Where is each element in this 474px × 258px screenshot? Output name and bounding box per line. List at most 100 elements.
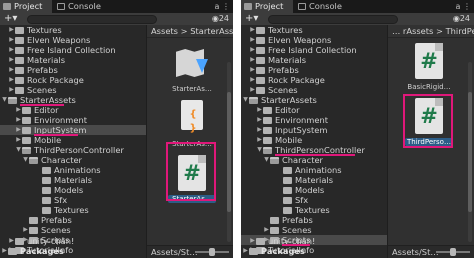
tree-item[interactable]: ▼ Character (0, 155, 146, 165)
tree-item-label: Editor (275, 105, 300, 115)
tree-item[interactable]: ▶ unity-chan! (0, 236, 146, 246)
tree-item-label: Free Island Collection (27, 45, 116, 55)
folder-icon (15, 27, 24, 34)
tree-item[interactable]: ▶ Mobile (0, 135, 146, 145)
tree-item[interactable]: ▶ Prefabs (0, 65, 146, 75)
tab-project[interactable]: Project (0, 0, 52, 13)
tree-item[interactable]: Animations (241, 165, 387, 175)
folder-open-icon (8, 97, 17, 104)
tree-item[interactable]: ▼ ThirdPersonController (0, 145, 146, 155)
input-actions-icon (172, 43, 212, 83)
tab-console[interactable]: Console (54, 0, 110, 13)
tree-item-label: Scenes (268, 85, 298, 95)
create-plus-button[interactable]: +▾ (245, 13, 258, 25)
folder-icon (29, 227, 38, 234)
folder-icon (283, 207, 292, 214)
breadcrumb[interactable]: Assets > StarterAssets (147, 25, 233, 38)
tree-item[interactable]: ▶ Environment (0, 115, 146, 125)
tree-item[interactable]: Prefabs (241, 215, 387, 225)
tree-item-label: Materials (268, 55, 307, 65)
tab-menu-icons[interactable]: a ⋮ (456, 0, 471, 13)
search-input[interactable] (268, 14, 398, 24)
tree-item[interactable]: Sfx (241, 195, 387, 205)
tree-item[interactable]: ▶ Elven Weapons (0, 35, 146, 45)
tree-item[interactable]: ▶ Textures (241, 25, 387, 35)
tree-item[interactable]: ▶ InputSystem (241, 125, 387, 135)
folder-icon (42, 167, 51, 174)
tree-item[interactable]: ▶ Textures (0, 25, 146, 35)
tree-item-label: Textures (27, 25, 62, 35)
tree-item[interactable]: ▶ Mobile (241, 135, 387, 145)
vertical-scrollbar[interactable] (468, 62, 472, 242)
folder-icon (22, 137, 31, 144)
folder-icon (263, 117, 272, 124)
tree-item[interactable]: Sfx (0, 195, 146, 205)
folder-icon (256, 57, 265, 64)
create-plus-button[interactable]: +▾ (4, 13, 17, 25)
tree-item-label: Environment (34, 115, 87, 125)
tree-item[interactable]: ▶ Materials (0, 55, 146, 65)
folder-icon (15, 57, 24, 64)
folder-icon (256, 77, 265, 84)
vertical-scrollbar[interactable] (227, 62, 231, 242)
visibility-count[interactable]: ◉24 (212, 13, 229, 25)
tree-item-packages[interactable]: ▶ Packages (241, 246, 387, 256)
tab-menu-icons[interactable]: a ⋮ (215, 0, 230, 13)
tree-item[interactable]: Models (241, 185, 387, 195)
csharp-script-icon: # (409, 41, 449, 81)
tree-item[interactable]: Animations (0, 165, 146, 175)
tree-item[interactable]: ▶ Scenes (241, 85, 387, 95)
tree-item[interactable]: Models (0, 185, 146, 195)
tree-item[interactable]: Materials (0, 175, 146, 185)
folder-icon (256, 87, 265, 94)
tree-item[interactable]: ▶ Free Island Collection (241, 45, 387, 55)
tree-item[interactable]: ▶ Prefabs (241, 65, 387, 75)
tab-bar: Project Console a ⋮ (0, 0, 233, 13)
tree-item[interactable]: Textures (241, 205, 387, 215)
asset-grid: Assets > StarterAssets StarterAs… { } St… (147, 25, 233, 258)
tab-bar: Project Console a ⋮ (241, 0, 474, 13)
visibility-count-label: 24 (459, 14, 470, 23)
zoom-slider-knob[interactable] (450, 248, 456, 256)
project-toolbar: +▾ ◉24 (0, 13, 233, 25)
tree-item-label: Prefabs (268, 65, 299, 75)
tree-item[interactable]: ▼ Character (241, 155, 387, 165)
tree-item[interactable]: Textures (0, 205, 146, 215)
tab-project[interactable]: Project (241, 0, 293, 13)
tree-item[interactable]: Materials (241, 175, 387, 185)
tree-item-label: Character (282, 155, 323, 165)
annotation-box (166, 142, 216, 201)
visibility-count[interactable]: ◉24 (453, 13, 470, 25)
annotation-underline (34, 134, 78, 136)
folder-open-icon (270, 157, 279, 164)
tree-item[interactable]: ▶ Scenes (0, 85, 146, 95)
tree-item[interactable]: ▶ Materials (241, 55, 387, 65)
tree-item[interactable]: ▶ unity-chan! (241, 236, 387, 246)
search-input[interactable] (27, 14, 157, 24)
tab-console-label: Console (309, 1, 342, 11)
zoom-slider-knob[interactable] (209, 248, 215, 256)
tab-console[interactable]: Console (295, 0, 351, 13)
tree-item[interactable]: ▶ Editor (241, 105, 387, 115)
tree-item-packages[interactable]: ▶ Packages (0, 246, 146, 256)
project-window-left: Project Console a ⋮ +▾ ◉24 ▶ Textures ▶ El… (0, 0, 233, 258)
folder-icon (15, 238, 24, 245)
tree-item-label: Animations (295, 165, 342, 175)
folder-tree: ▶ Textures ▶ Elven Weapons ▶ Free Island Co… (241, 25, 387, 258)
tree-item[interactable]: Prefabs (0, 215, 146, 225)
tree-item[interactable]: ▶ Scenes (241, 225, 387, 235)
folder-icon (283, 187, 292, 194)
tree-item[interactable]: ▶ Rock Package (0, 75, 146, 85)
tree-item[interactable]: ▼ StarterAssets (241, 95, 387, 105)
tree-item[interactable]: ▶ Free Island Collection (0, 45, 146, 55)
tree-item[interactable]: ▶ Scenes (0, 225, 146, 235)
breadcrumb[interactable]: … rAssets > ThirdPerson… (388, 25, 474, 38)
tree-item-label: Editor (34, 105, 59, 115)
folder-icon (256, 238, 265, 245)
tree-item[interactable]: ▶ Rock Package (241, 75, 387, 85)
tree-item[interactable]: ▶ Environment (241, 115, 387, 125)
folder-icon (244, 3, 252, 10)
folder-icon (15, 47, 24, 54)
tree-item[interactable]: ▶ Elven Weapons (241, 35, 387, 45)
tree-item[interactable]: ▶ Editor (0, 105, 146, 115)
